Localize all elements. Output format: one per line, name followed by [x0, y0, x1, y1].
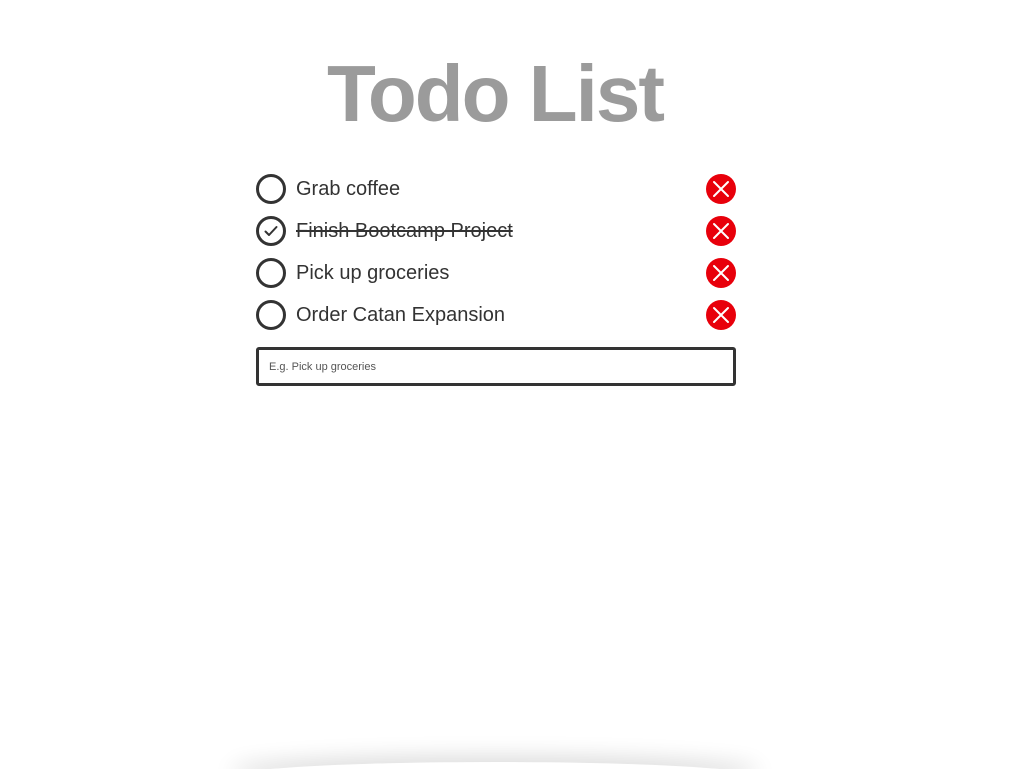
new-todo-input[interactable]: [256, 347, 736, 386]
close-icon: [713, 307, 729, 323]
toggle-complete-button[interactable]: [256, 216, 286, 246]
todo-text: Finish Bootcamp Project: [296, 220, 513, 242]
delete-todo-button[interactable]: [706, 258, 736, 288]
todo-list: Grab coffee Finish Bootcamp Project Pick…: [256, 168, 736, 336]
toggle-complete-button[interactable]: [256, 300, 286, 330]
todo-item: Order Catan Expansion: [256, 294, 736, 336]
delete-todo-button[interactable]: [706, 300, 736, 330]
todo-item: Finish Bootcamp Project: [256, 210, 736, 252]
bottom-shadow: [230, 762, 760, 769]
close-icon: [713, 181, 729, 197]
delete-todo-button[interactable]: [706, 174, 736, 204]
todo-item: Pick up groceries: [256, 252, 736, 294]
toggle-complete-button[interactable]: [256, 258, 286, 288]
todo-app: Todo List Grab coffee Finish Bootcamp Pr…: [0, 0, 1031, 769]
delete-todo-button[interactable]: [706, 216, 736, 246]
todo-text: Grab coffee: [296, 178, 401, 200]
check-icon: [264, 226, 278, 236]
todo-item: Grab coffee: [256, 168, 736, 210]
todo-text: Pick up groceries: [296, 262, 450, 284]
todo-text: Order Catan Expansion: [296, 304, 506, 326]
close-icon: [713, 265, 729, 281]
page-title: Todo List: [327, 49, 665, 138]
close-icon: [713, 223, 729, 239]
toggle-complete-button[interactable]: [256, 174, 286, 204]
